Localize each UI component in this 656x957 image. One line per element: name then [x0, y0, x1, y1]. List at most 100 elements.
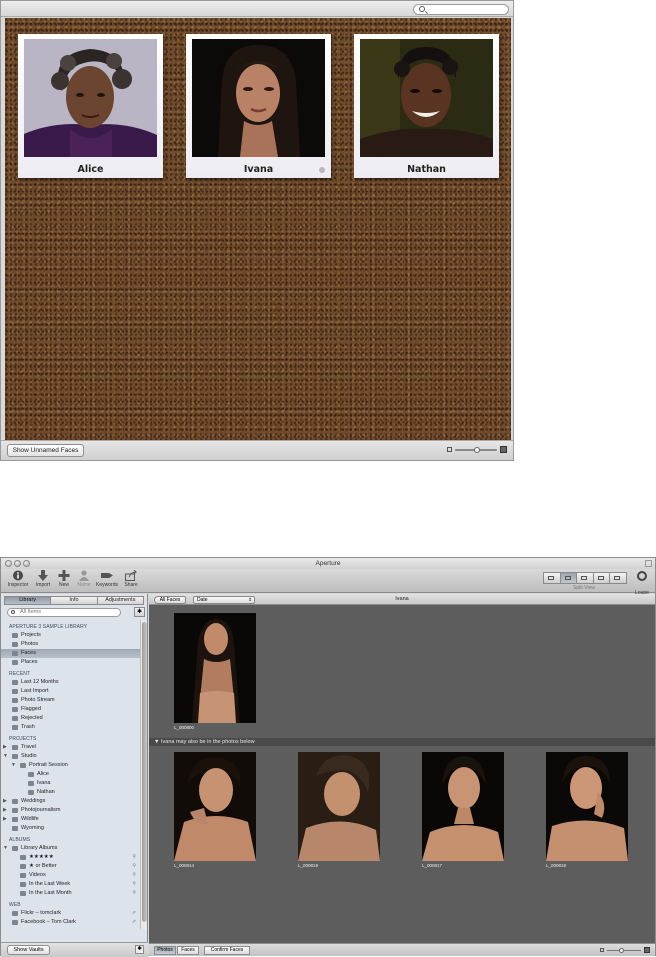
sidebar-item[interactable]: Places: [1, 658, 140, 667]
sidebar-item[interactable]: In the Last Week ⚲: [1, 880, 140, 889]
sidebar-item[interactable]: Facebook – Tom Clark ⇗: [1, 918, 140, 927]
disclosure-triangle-icon[interactable]: ▼: [3, 844, 8, 853]
corkboard-bottom-bar: Show Unnamed Faces: [1, 440, 513, 460]
sidebar-item[interactable]: Rejected: [1, 714, 140, 723]
slider-track[interactable]: [607, 948, 641, 953]
sidebar-item[interactable]: Flagged: [1, 705, 140, 714]
share-button[interactable]: Share: [119, 570, 143, 592]
sidebar-item[interactable]: Photos: [1, 640, 140, 649]
info-icon[interactable]: [319, 167, 325, 173]
face-snapshot-nathan[interactable]: Nathan: [354, 34, 499, 178]
sidebar-item[interactable]: ▶ Wildlife: [1, 815, 140, 824]
smart-settings-icon[interactable]: ⚲: [132, 889, 136, 898]
disclosure-triangle-icon[interactable]: ▼: [11, 761, 16, 770]
smart-album-icon: [20, 891, 26, 896]
sidebar-item[interactable]: ▼ Library Albums: [1, 844, 140, 853]
slider-knob[interactable]: [474, 447, 480, 453]
slider-knob[interactable]: [619, 948, 624, 953]
photo-thumbnail[interactable]: [546, 752, 628, 861]
faces-search-field[interactable]: [413, 4, 509, 15]
face-snapshot-alice[interactable]: Alice: [18, 34, 163, 178]
sidebar-item-label: Weddings: [21, 798, 46, 804]
photo-thumbnail[interactable]: [298, 752, 380, 861]
chevron-updown-icon: ⇕: [248, 597, 252, 602]
browser-view-button[interactable]: [543, 572, 561, 584]
show-vaults-button[interactable]: Show Vaults: [7, 945, 50, 955]
close-window-button[interactable]: [5, 560, 12, 567]
show-unnamed-faces-button[interactable]: Show Unnamed Faces: [7, 444, 84, 457]
fullscreen-icon[interactable]: [645, 560, 652, 567]
web-icon: [12, 920, 18, 925]
sidebar-item[interactable]: Projects: [1, 631, 140, 640]
slider-track[interactable]: [455, 447, 497, 453]
sidebar-item[interactable]: Nathan: [1, 788, 140, 797]
zoom-window-button[interactable]: [23, 560, 30, 567]
sidebar-item[interactable]: ▶ Weddings: [1, 797, 140, 806]
sidebar-item[interactable]: Videos ⚲: [1, 871, 140, 880]
smart-settings-icon[interactable]: ⚲: [132, 880, 136, 889]
library-search-input[interactable]: All Items: [7, 608, 121, 617]
face-snapshot-ivana[interactable]: Ivana: [186, 34, 331, 178]
share-status-icon[interactable]: ⇗: [132, 918, 136, 927]
disclosure-triangle-icon[interactable]: ▶: [3, 743, 7, 752]
sidebar-item[interactable]: Photo Stream: [1, 696, 140, 705]
sidebar-item-label: Library Albums: [21, 845, 58, 851]
sidebar-item[interactable]: Trash: [1, 723, 140, 732]
gear-icon[interactable]: ✱: [135, 945, 144, 954]
scrollbar-thumb[interactable]: [142, 622, 147, 922]
sidebar-item[interactable]: Faces: [1, 649, 140, 658]
all-faces-button[interactable]: All Faces: [154, 596, 186, 604]
sidebar-item[interactable]: ★ or Better ⚲: [1, 862, 140, 871]
confirm-faces-button[interactable]: Confirm Faces: [204, 946, 250, 955]
disclosure-triangle-icon[interactable]: ▶: [3, 815, 7, 824]
gear-icon[interactable]: ✱: [134, 607, 145, 617]
corkboard: Alice Ivana Nathan: [5, 18, 511, 440]
sidebar-item[interactable]: Last 12 Months: [1, 678, 140, 687]
sidebar-scrollbar[interactable]: [140, 620, 147, 929]
smart-settings-icon[interactable]: ⚲: [132, 862, 136, 871]
corkboard-toolbar: [1, 1, 513, 17]
sidebar-item[interactable]: Alice: [1, 770, 140, 779]
smart-settings-icon[interactable]: ⚲: [132, 853, 136, 862]
share-status-icon[interactable]: ⇗: [132, 909, 136, 918]
places-icon: [12, 660, 18, 665]
sidebar-item-label: Facebook – Tom Clark: [21, 919, 76, 925]
small-size-icon: [447, 447, 452, 452]
sidebar-item[interactable]: ★★★★★ ⚲: [1, 853, 140, 862]
faces-view-button[interactable]: [592, 572, 611, 584]
photo-thumbnail[interactable]: [174, 613, 256, 723]
disclosure-triangle-icon[interactable]: ▼: [3, 752, 8, 761]
places-view-button[interactable]: [609, 572, 627, 584]
disclosure-triangle-icon[interactable]: ▼: [154, 739, 159, 745]
minimize-window-button[interactable]: [14, 560, 21, 567]
keywords-button[interactable]: Keywords: [95, 570, 119, 592]
sidebar-item[interactable]: Last Import: [1, 687, 140, 696]
photos-button[interactable]: Photos: [154, 946, 176, 955]
sidebar-item[interactable]: ▼ Studio: [1, 752, 140, 761]
thumbnail-size-slider[interactable]: [600, 947, 650, 954]
tab-adjustments[interactable]: Adjustments: [96, 596, 144, 605]
photo-thumbnail[interactable]: [422, 752, 504, 861]
sort-select[interactable]: Date ⇕: [193, 596, 255, 604]
viewer-view-button[interactable]: [576, 572, 594, 584]
sidebar-item[interactable]: Wyoming: [1, 824, 140, 833]
disclosure-triangle-icon[interactable]: ▶: [3, 797, 7, 806]
inspector-button[interactable]: Inspector: [6, 570, 30, 592]
sidebar-item[interactable]: Ivana: [1, 779, 140, 788]
tab-library[interactable]: Library: [4, 596, 52, 605]
thumbnail-size-slider[interactable]: [447, 446, 507, 455]
sidebar-item[interactable]: ▼ Portrait Session: [1, 761, 140, 770]
sidebar-item[interactable]: ▶ Photojournalism: [1, 806, 140, 815]
photo-thumbnail[interactable]: [174, 752, 256, 861]
faces-button[interactable]: Faces: [177, 946, 199, 955]
disclosure-triangle-icon[interactable]: ▶: [3, 806, 7, 815]
smart-settings-icon[interactable]: ⚲: [132, 871, 136, 880]
sidebar-item[interactable]: In the Last Month ⚲: [1, 889, 140, 898]
sidebar-item[interactable]: ▶ Travel: [1, 743, 140, 752]
view-mode-segmented-control: [543, 572, 627, 584]
split-view-button[interactable]: [559, 572, 578, 584]
name-button[interactable]: Name: [72, 570, 96, 592]
tab-info[interactable]: Info: [50, 596, 98, 605]
sidebar-item[interactable]: Flickr – tomclark ⇗: [1, 909, 140, 918]
faces-browser: All Faces Date ⇕ Ivana L_000800 ▼ Ivana …: [149, 594, 655, 956]
